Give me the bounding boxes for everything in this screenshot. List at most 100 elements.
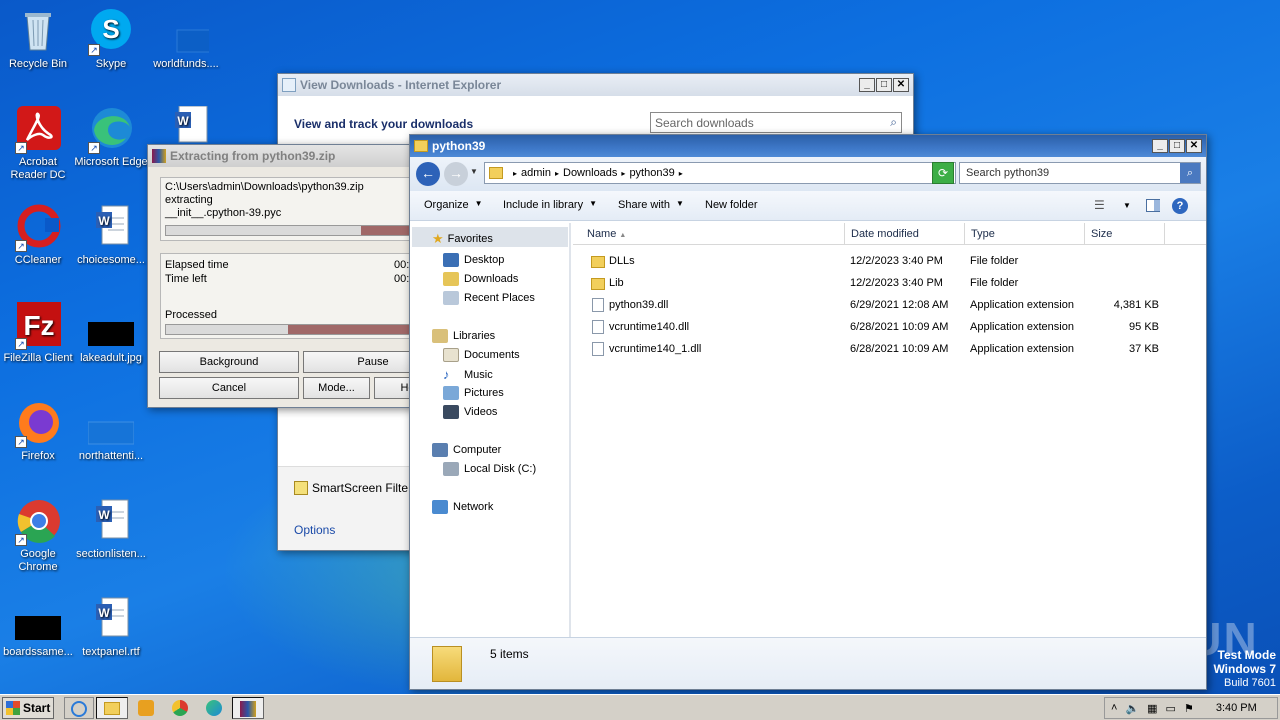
desktop-icon-choicesome[interactable]: W choicesome... (73, 204, 149, 267)
desktop-icon-northattenti[interactable]: northattenti... (73, 400, 149, 463)
ie-search-input[interactable]: Search downloads (655, 116, 754, 130)
desktop-icon-sectionlisten[interactable]: W sectionlisten... (73, 498, 149, 561)
taskbar-edge-button[interactable] (200, 697, 228, 719)
desktop-icon-ccleaner[interactable]: ↗ CCleaner (0, 204, 76, 267)
share-label: Share with (618, 199, 670, 211)
action-center-flag-icon[interactable]: ⚑ (1184, 702, 1194, 715)
taskbar-chrome-button[interactable] (166, 697, 194, 719)
mode-button[interactable]: Mode... (303, 377, 370, 399)
breadcrumb-python39[interactable]: python39 (629, 167, 674, 179)
include-library-menu[interactable]: Include in library ▼ (503, 199, 597, 211)
chevron-right-icon[interactable]: ▸ (555, 169, 559, 178)
explorer-search-input[interactable]: Search python39 (966, 167, 1049, 179)
nav-favorites[interactable]: ★ Favorites (432, 231, 493, 247)
nav-desktop[interactable]: Desktop (443, 253, 504, 267)
nav-local-disk[interactable]: Local Disk (C:) (443, 462, 536, 476)
nav-computer[interactable]: Computer (432, 443, 501, 457)
desktop-icon-lakeadult[interactable]: lakeadult.jpg (73, 302, 149, 365)
search-icon[interactable]: ⌕ (1180, 163, 1200, 183)
back-button[interactable]: ← (416, 162, 440, 186)
smartscreen-row[interactable]: SmartScreen Filte (294, 481, 408, 495)
folder-icon (414, 140, 428, 152)
nav-videos[interactable]: Videos (443, 405, 497, 419)
organize-menu[interactable]: Organize ▼ (424, 199, 483, 211)
minimize-button[interactable]: _ (859, 78, 875, 92)
taskbar-media-button[interactable] (132, 697, 160, 719)
desktop-icon-textpanel[interactable]: W textpanel.rtf (73, 596, 149, 659)
options-link[interactable]: Options (294, 523, 335, 537)
file-row[interactable]: DLLs 12/2/2023 3:40 PM File folder (573, 251, 1203, 273)
desktop-icon-edge[interactable]: ↗ Microsoft Edge (73, 106, 149, 169)
tray-expand-icon[interactable]: ˄ (1111, 702, 1117, 714)
nav-recent-places[interactable]: Recent Places (443, 291, 535, 305)
explorer-search-box[interactable]: Search python39 ⌕ (959, 162, 1201, 184)
start-button[interactable]: Start (2, 697, 54, 719)
breadcrumb-downloads[interactable]: Downloads (563, 167, 617, 179)
view-dropdown-icon[interactable]: ▼ (1123, 201, 1131, 210)
desktop-icon-worldfunds[interactable]: worldfunds.... (148, 8, 224, 71)
clock[interactable]: 3:40 PM (1216, 702, 1257, 714)
file-row[interactable]: vcruntime140.dll 6/28/2021 10:09 AM Appl… (573, 317, 1203, 339)
share-with-menu[interactable]: Share with ▼ (618, 199, 684, 211)
preview-pane-icon[interactable] (1146, 199, 1160, 212)
desktop-icon-recycle-bin[interactable]: Recycle Bin (0, 8, 76, 71)
address-bar[interactable]: ▸ admin ▸ Downloads ▸ python39 ▸ ▼ (484, 162, 956, 184)
desktop-icon-chrome[interactable]: ↗ Google Chrome (0, 498, 76, 574)
desktop-icon-firefox[interactable]: ↗ Firefox (0, 400, 76, 463)
maximize-button[interactable]: □ (1169, 139, 1185, 153)
chevron-right-icon[interactable]: ▸ (679, 169, 683, 178)
ie-titlebar[interactable]: View Downloads - Internet Explorer _ □ ✕ (278, 74, 913, 96)
chevron-right-icon[interactable]: ▸ (513, 169, 517, 178)
column-header-date[interactable]: Date modified (845, 223, 965, 245)
file-name: vcruntime140_1.dll (609, 343, 702, 355)
explorer-window[interactable]: python39 _ □ ✕ ← → ▼ ▸ admin ▸ Downloads… (409, 134, 1207, 690)
column-header-type[interactable]: Type (965, 223, 1085, 245)
cancel-button[interactable]: Cancel (159, 377, 299, 399)
nav-downloads[interactable]: Downloads (443, 272, 518, 286)
desktop-icon-skype[interactable]: S ↗ Skype (73, 8, 149, 71)
desktop-icon-boardssame[interactable]: boardssame... (0, 596, 76, 659)
new-folder-button[interactable]: New folder (705, 199, 758, 211)
volume-icon[interactable]: 🔈 (1125, 702, 1139, 715)
forward-button[interactable]: → (444, 162, 468, 186)
chevron-right-icon[interactable]: ▸ (621, 169, 625, 178)
extract-window[interactable]: Extracting from python39.zip C:\Users\ad… (147, 144, 443, 408)
taskbar-winrar-button[interactable] (232, 697, 264, 719)
total-progress-fill (166, 325, 288, 334)
close-button[interactable]: ✕ (1186, 139, 1202, 153)
desktop-icon-filezilla[interactable]: Fz ↗ FileZilla Client (0, 302, 76, 365)
view-options-icon[interactable]: ☰ (1094, 198, 1105, 212)
file-row[interactable]: python39.dll 6/29/2021 12:08 AM Applicat… (573, 295, 1203, 317)
nav-libraries[interactable]: Libraries (432, 329, 495, 343)
extract-window-title: Extracting from python39.zip (170, 149, 336, 163)
background-button[interactable]: Background (159, 351, 299, 373)
maximize-button[interactable]: □ (876, 78, 892, 92)
explorer-window-title: python39 (432, 139, 486, 153)
minimize-button[interactable]: _ (1152, 139, 1168, 153)
breadcrumb-admin[interactable]: admin (521, 167, 551, 179)
network-icon[interactable]: ▦ (1147, 702, 1157, 715)
word-document-icon: W (88, 204, 134, 250)
nav-music[interactable]: ♪ Music (443, 367, 493, 382)
power-icon[interactable]: ▭ (1166, 702, 1176, 715)
column-header-size[interactable]: Size (1085, 223, 1165, 245)
taskbar-explorer-button[interactable] (96, 697, 128, 719)
nav-pictures[interactable]: Pictures (443, 386, 504, 400)
ie-search-box[interactable]: Search downloads ⌕ (650, 112, 902, 133)
column-header-name[interactable]: Name ▲ (581, 223, 845, 245)
help-icon[interactable]: ? (1172, 198, 1188, 214)
search-icon[interactable]: ⌕ (890, 115, 897, 130)
firefox-icon: ↗ (15, 400, 61, 448)
explorer-titlebar[interactable]: python39 _ □ ✕ (410, 135, 1206, 157)
file-row[interactable]: vcruntime140_1.dll 6/28/2021 10:09 AM Ap… (573, 339, 1203, 361)
taskbar-ie-button[interactable] (64, 697, 94, 719)
nav-documents[interactable]: Documents (443, 348, 520, 362)
file-row[interactable]: Lib 12/2/2023 3:40 PM File folder (573, 273, 1203, 295)
history-dropdown-icon[interactable]: ▼ (470, 167, 478, 176)
desktop-icon-acrobat[interactable]: ↗ Acrobat Reader DC (0, 106, 76, 182)
close-button[interactable]: ✕ (893, 78, 909, 92)
nav-network[interactable]: Network (432, 500, 493, 514)
refresh-button[interactable]: ⟳ (932, 162, 954, 184)
extract-titlebar[interactable]: Extracting from python39.zip (148, 145, 412, 167)
file-date: 6/28/2021 10:09 AM (850, 321, 949, 333)
